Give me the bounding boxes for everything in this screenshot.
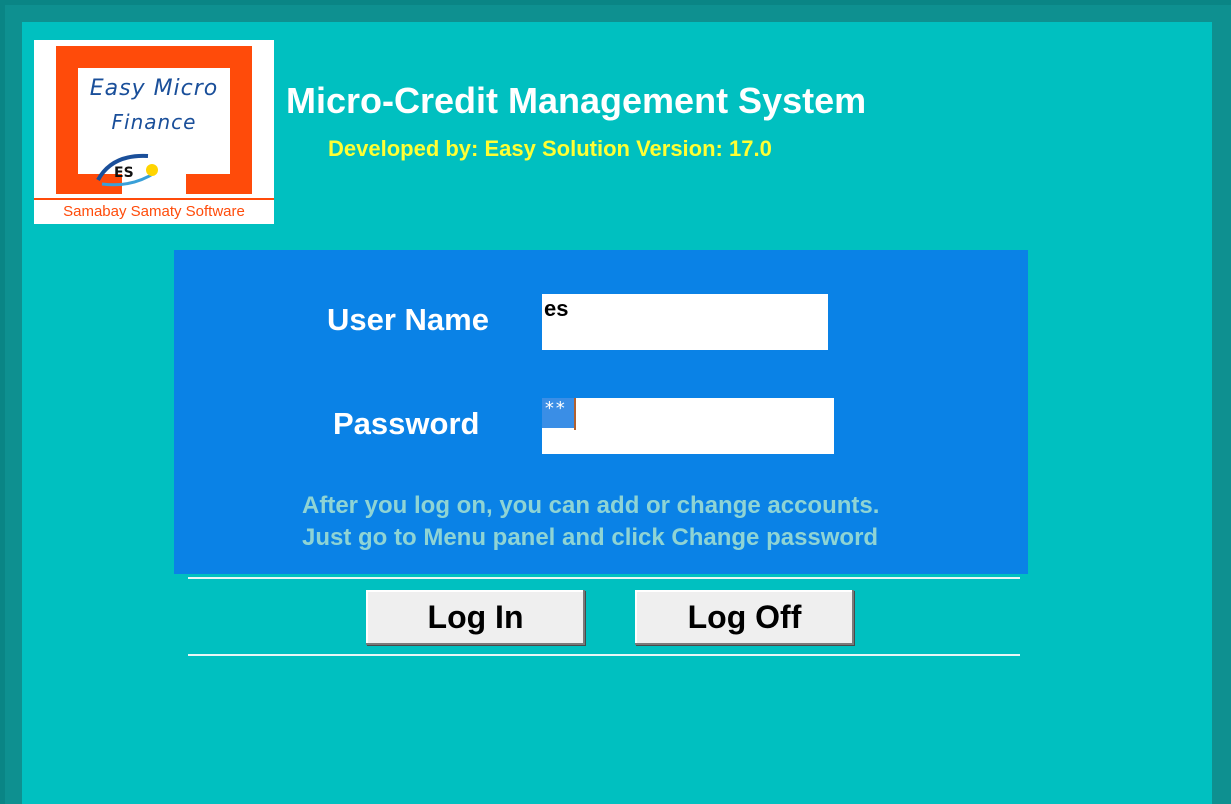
developer-info: Developed by: Easy Solution Version: 17.…	[328, 136, 772, 161]
logo-title: Easy Micro	[89, 76, 219, 101]
app-title: Micro-Credit Management System	[286, 80, 867, 121]
password-masked-value: **	[542, 398, 574, 428]
divider-top	[188, 577, 1020, 579]
es-logo-icon: ES	[96, 153, 158, 187]
logo-frame-foot-right	[186, 174, 252, 194]
divider-bottom	[188, 654, 1020, 656]
password-label: Password	[333, 406, 480, 441]
login-button[interactable]: Log In	[366, 590, 585, 645]
username-label: User Name	[327, 302, 489, 337]
username-input[interactable]	[542, 294, 828, 350]
text-caret	[574, 398, 576, 430]
hint-line-1: After you log on, you can add or change …	[302, 492, 880, 519]
password-input[interactable]	[542, 398, 834, 454]
hint-line-2: Just go to Menu panel and click Change p…	[302, 524, 879, 551]
logo-footer-text: Samabay Samaty Software	[34, 198, 274, 224]
logo-mark-text: ES	[114, 165, 134, 181]
logoff-button[interactable]: Log Off	[635, 590, 854, 645]
app-logo: Easy Micro Finance ES Samabay Samaty Sof…	[34, 40, 274, 224]
logo-subtitle: Finance	[111, 110, 197, 134]
